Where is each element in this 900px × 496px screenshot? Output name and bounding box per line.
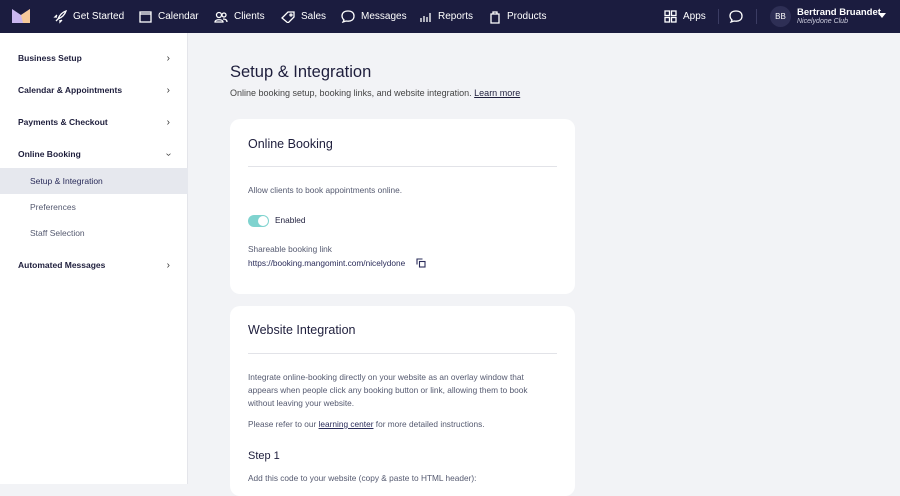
sidebar-item-label: Online Booking: [18, 149, 81, 159]
user-club: Nicelydone Club: [797, 18, 848, 25]
nav-sales[interactable]: Sales: [281, 0, 326, 33]
subtitle-text: Online booking setup, booking links, and…: [230, 88, 472, 98]
copy-icon[interactable]: [416, 258, 426, 268]
rocket-icon: [53, 9, 67, 24]
nav-calendar[interactable]: Calendar: [139, 0, 199, 33]
nav-products[interactable]: Products: [489, 0, 546, 33]
chevron-right-icon: ›: [166, 52, 170, 64]
sidebar-item-online-booking[interactable]: Online Booking ›: [0, 141, 188, 167]
step-desc: Add this code to your website (copy & pa…: [248, 473, 477, 483]
top-nav: Get Started Calendar Clients Sales Messa…: [0, 0, 900, 33]
chevron-right-icon: ›: [166, 259, 170, 271]
page-subtitle: Online booking setup, booking links, and…: [230, 88, 520, 98]
nav-label: Get Started: [73, 11, 125, 22]
sidebar-item-label: Payments & Checkout: [18, 117, 108, 127]
nav-label: Clients: [234, 11, 265, 22]
nav-label: Reports: [438, 11, 474, 22]
chart-icon: [420, 12, 431, 22]
chat-bubble-icon: [729, 10, 743, 23]
sidebar-sub-preferences[interactable]: Preferences: [0, 194, 188, 220]
online-booking-desc: Allow clients to book appointments onlin…: [248, 185, 403, 195]
refer-text: Please refer to our learning center for …: [248, 418, 485, 431]
learning-center-link[interactable]: learning center: [319, 419, 374, 429]
bag-icon: [490, 10, 500, 24]
step-title: Step 1: [248, 450, 280, 462]
website-integration-card: Website Integration Integrate online-boo…: [230, 306, 575, 496]
nav-reports[interactable]: Reports: [419, 0, 473, 33]
clients-icon: [214, 11, 228, 23]
logo-icon[interactable]: [12, 9, 30, 23]
divider: [718, 9, 719, 24]
chevron-right-icon: ›: [166, 116, 170, 128]
divider: [248, 353, 557, 354]
divider: [756, 9, 757, 24]
sidebar-item-payments[interactable]: Payments & Checkout ›: [0, 109, 188, 135]
learn-more-link[interactable]: Learn more: [474, 88, 520, 98]
booking-link[interactable]: https://booking.mangomint.com/nicelydone: [248, 258, 405, 268]
tag-icon: [281, 10, 295, 23]
caret-down-icon[interactable]: [878, 13, 886, 18]
chat-icon: [341, 10, 355, 23]
nav-get-started[interactable]: Get Started: [53, 0, 124, 33]
nav-label: Sales: [301, 11, 327, 22]
user-name[interactable]: Bertrand Bruandet: [797, 7, 881, 18]
sidebar-sub-staff-selection[interactable]: Staff Selection: [0, 220, 188, 246]
calendar-icon: [139, 11, 152, 23]
nav-label: Products: [507, 11, 547, 22]
link-label: Shareable booking link: [248, 244, 332, 254]
card-title: Online Booking: [248, 137, 333, 151]
sidebar-item-label: Business Setup: [18, 53, 82, 63]
refer-post: for more detailed instructions.: [375, 419, 485, 429]
chat-button[interactable]: [729, 0, 743, 33]
apps-button[interactable]: Apps: [664, 0, 706, 33]
page-title: Setup & Integration: [230, 63, 372, 81]
website-desc: Integrate online-booking directly on you…: [248, 372, 528, 408]
sidebar-item-business-setup[interactable]: Business Setup ›: [0, 45, 188, 71]
apps-label: Apps: [683, 11, 706, 22]
online-booking-card: Online Booking Allow clients to book app…: [230, 119, 575, 294]
chevron-down-icon: ›: [162, 152, 174, 156]
card-title: Website Integration: [248, 323, 356, 337]
avatar[interactable]: BB: [770, 6, 791, 27]
nav-label: Calendar: [158, 11, 199, 22]
chevron-right-icon: ›: [166, 84, 170, 96]
nav-messages[interactable]: Messages: [341, 0, 407, 33]
sidebar-sub-setup-integration[interactable]: Setup & Integration: [0, 168, 188, 194]
sidebar-item-automated-messages[interactable]: Automated Messages ›: [0, 252, 188, 278]
sidebar-item-label: Automated Messages: [18, 260, 106, 270]
nav-label: Messages: [361, 11, 407, 22]
enabled-toggle[interactable]: [248, 215, 269, 227]
apps-grid-icon: [664, 10, 677, 23]
divider: [248, 166, 557, 167]
sidebar: Business Setup › Calendar & Appointments ›…: [0, 33, 188, 484]
nav-clients[interactable]: Clients: [214, 0, 265, 33]
sidebar-item-calendar[interactable]: Calendar & Appointments ›: [0, 77, 188, 103]
sidebar-item-label: Calendar & Appointments: [18, 85, 123, 95]
toggle-label: Enabled: [275, 215, 306, 225]
refer-pre: Please refer to our: [248, 419, 317, 429]
